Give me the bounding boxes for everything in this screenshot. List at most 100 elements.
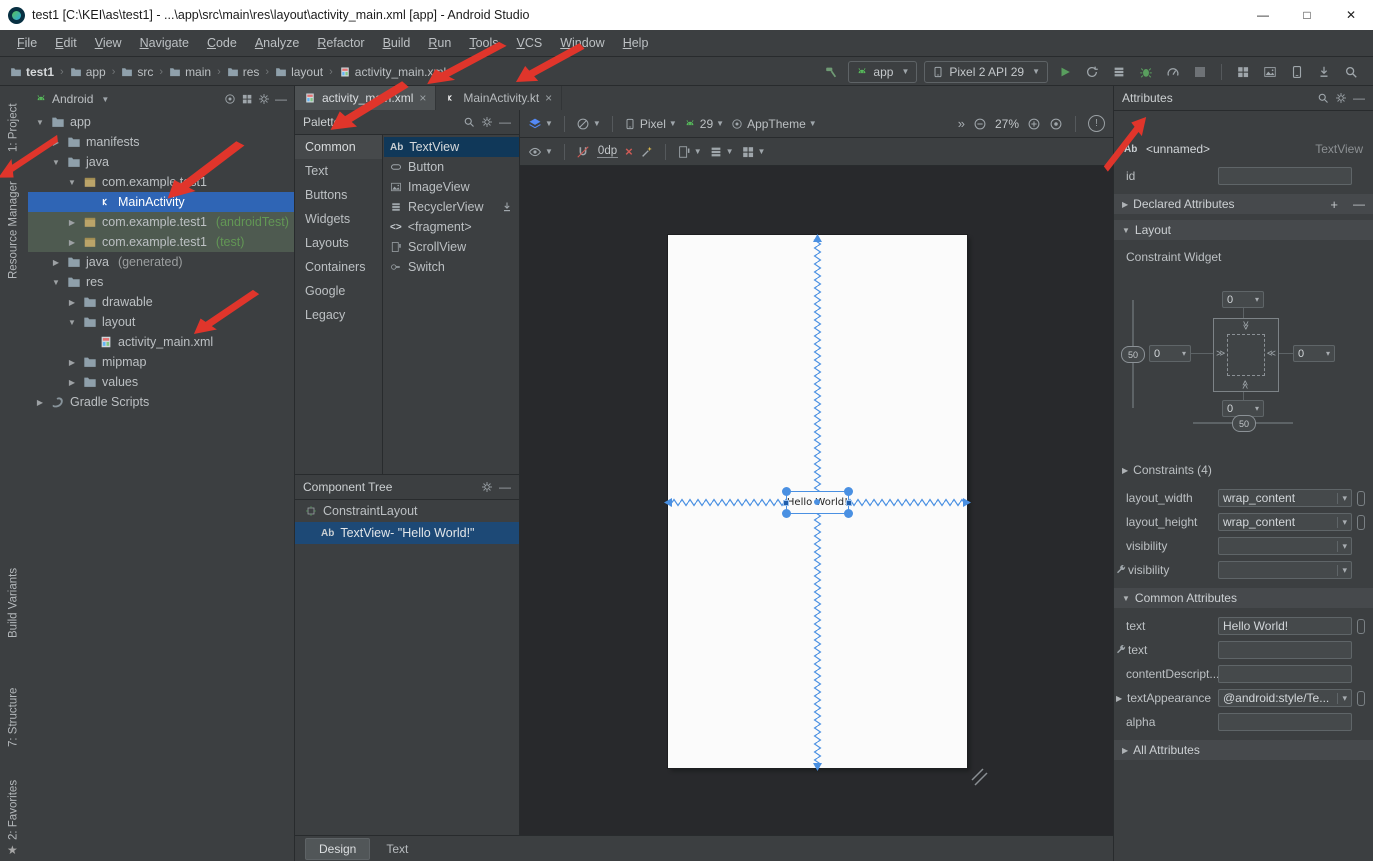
tab-mainactivity-kt[interactable]: MainActivity.kt (436, 86, 562, 110)
profiler-button[interactable] (1163, 62, 1183, 82)
tree-item-package-androidtest[interactable]: ▶ com.example.test1 (androidTest) (28, 212, 294, 232)
category-legacy[interactable]: Legacy (295, 303, 382, 327)
anchor-left[interactable] (783, 500, 789, 506)
design-surface-select[interactable]: ▼ (528, 117, 553, 131)
expand-arrow-icon[interactable]: ▶ (66, 218, 78, 227)
content-description-input[interactable] (1218, 665, 1352, 683)
palette-item-textview[interactable]: Ab TextView (384, 137, 519, 157)
close-tab-icon[interactable] (545, 91, 552, 105)
tree-item-res[interactable]: ▼ res (28, 272, 294, 292)
align-select[interactable]: ▼ (709, 145, 734, 159)
avd-manager-icon[interactable] (1287, 62, 1307, 82)
category-buttons[interactable]: Buttons (295, 183, 382, 207)
selection-handle-bottom-right[interactable] (844, 509, 853, 518)
category-google[interactable]: Google (295, 279, 382, 303)
view-options-select[interactable]: ▼ (528, 145, 553, 159)
tool-button-build-variants[interactable]: Build Variants (0, 558, 27, 648)
breadcrumb-app[interactable]: app (68, 65, 108, 79)
maximize-button[interactable]: □ (1285, 0, 1329, 30)
palette-item-fragment[interactable]: <> <fragment> (384, 217, 519, 237)
more-actions-icon[interactable]: » (958, 116, 965, 131)
category-layouts[interactable]: Layouts (295, 231, 382, 255)
menu-refactor[interactable]: Refactor (308, 33, 373, 53)
menu-vcs[interactable]: VCS (508, 33, 552, 53)
anchor-right[interactable] (846, 500, 852, 506)
project-view-select[interactable]: Android (52, 92, 93, 106)
tree-item-layout[interactable]: ▼ layout (28, 312, 294, 332)
run-button[interactable] (1055, 62, 1075, 82)
close-tab-icon[interactable] (419, 91, 426, 105)
expand-arrow-icon[interactable]: ▶ (66, 298, 78, 307)
debug-button[interactable] (1136, 62, 1156, 82)
search-everywhere-icon[interactable] (1341, 62, 1361, 82)
breadcrumb-src[interactable]: src (119, 65, 155, 79)
hide-panel-icon[interactable]: — (1353, 91, 1365, 105)
alpha-input[interactable] (1218, 713, 1352, 731)
orientation-select[interactable]: ▼ (576, 117, 601, 131)
tree-item-drawable[interactable]: ▶ drawable (28, 292, 294, 312)
all-attributes-section[interactable]: ▶ All Attributes (1114, 740, 1373, 760)
remove-attribute-button[interactable]: — (1353, 197, 1365, 211)
resource-flag[interactable] (1357, 691, 1365, 706)
tools-visibility-select[interactable] (1218, 561, 1352, 579)
tree-item-package-test[interactable]: ▶ com.example.test1 (test) (28, 232, 294, 252)
close-button[interactable]: ✕ (1329, 0, 1373, 30)
settings-gear-icon[interactable] (481, 116, 493, 128)
visibility-select[interactable] (1218, 537, 1352, 555)
category-common[interactable]: Common (295, 135, 382, 159)
tree-item-app[interactable]: ▼ app (28, 112, 294, 132)
tool-button-structure[interactable]: 7: Structure (0, 670, 27, 764)
tree-item-values[interactable]: ▶ values (28, 372, 294, 392)
text-input[interactable]: Hello World! (1218, 617, 1352, 635)
expand-arrow-icon[interactable]: ▼ (66, 178, 78, 187)
download-icon[interactable] (501, 201, 513, 213)
sdk-manager-icon[interactable] (1314, 62, 1334, 82)
settings-gear-icon[interactable] (481, 481, 493, 493)
breadcrumb-layout[interactable]: layout (273, 65, 325, 79)
layout-section[interactable]: ▼ Layout (1114, 220, 1373, 240)
hide-panel-icon[interactable]: — (275, 92, 287, 106)
resource-flag[interactable] (1357, 515, 1365, 530)
menu-navigate[interactable]: Navigate (131, 33, 198, 53)
run-configurations-icon[interactable] (1109, 62, 1129, 82)
settings-gear-icon[interactable] (1335, 92, 1347, 104)
expand-arrow-icon[interactable]: ▶ (66, 378, 78, 387)
tree-item-java-generated[interactable]: ▶ java (generated) (28, 252, 294, 272)
palette-item-button[interactable]: Button (384, 157, 519, 177)
anchor-center[interactable] (814, 499, 820, 505)
guidelines-select[interactable]: ▼ (677, 145, 702, 159)
breadcrumb-main[interactable]: main (167, 65, 213, 79)
search-icon[interactable] (463, 116, 475, 128)
apply-changes-icon[interactable] (1082, 62, 1102, 82)
expand-arrow-icon[interactable]: ▼ (66, 318, 78, 327)
palette-item-imageview[interactable]: ImageView (384, 177, 519, 197)
expand-arrow-icon[interactable]: ▶ (34, 398, 46, 407)
palette-item-switch[interactable]: Switch (384, 257, 519, 277)
tab-text[interactable]: Text (373, 839, 421, 859)
category-text[interactable]: Text (295, 159, 382, 183)
layout-inspector-icon[interactable] (1260, 62, 1280, 82)
tree-item-mainactivity[interactable]: MainActivity (28, 192, 294, 212)
expand-arrow-icon[interactable]: ▶ (66, 358, 78, 367)
pack-select[interactable]: ▼ (741, 145, 766, 159)
device-select[interactable]: Pixel 2 API 29 ▼ (924, 61, 1048, 83)
expand-arrow-icon[interactable]: ▼ (34, 118, 46, 127)
menu-edit[interactable]: Edit (46, 33, 86, 53)
layout-height-select[interactable]: wrap_content (1218, 513, 1352, 531)
theme-select[interactable]: AppTheme ▼ (731, 117, 817, 131)
hide-panel-icon[interactable]: — (499, 480, 511, 494)
clear-constraints-icon[interactable]: × (625, 144, 633, 159)
text-appearance-select[interactable]: @android:style/Te... (1218, 689, 1352, 707)
layout-width-select[interactable]: wrap_content (1218, 489, 1352, 507)
locate-file-icon[interactable] (224, 93, 236, 105)
favorites-star-icon[interactable]: ★ (7, 843, 18, 857)
autoconnect-magnet-icon[interactable] (576, 145, 590, 159)
design-canvas[interactable]: Hello World! (520, 166, 1113, 835)
tab-activity-main-xml[interactable]: activity_main.xml (295, 86, 436, 110)
expand-arrow-icon[interactable]: ▼ (50, 158, 62, 167)
resource-flag[interactable] (1357, 491, 1365, 506)
api-version-select[interactable]: 29 ▼ (684, 117, 724, 131)
tree-item-package[interactable]: ▼ com.example.test1 (28, 172, 294, 192)
zoom-in-icon[interactable] (1027, 117, 1041, 131)
hide-panel-icon[interactable]: — (499, 115, 511, 129)
